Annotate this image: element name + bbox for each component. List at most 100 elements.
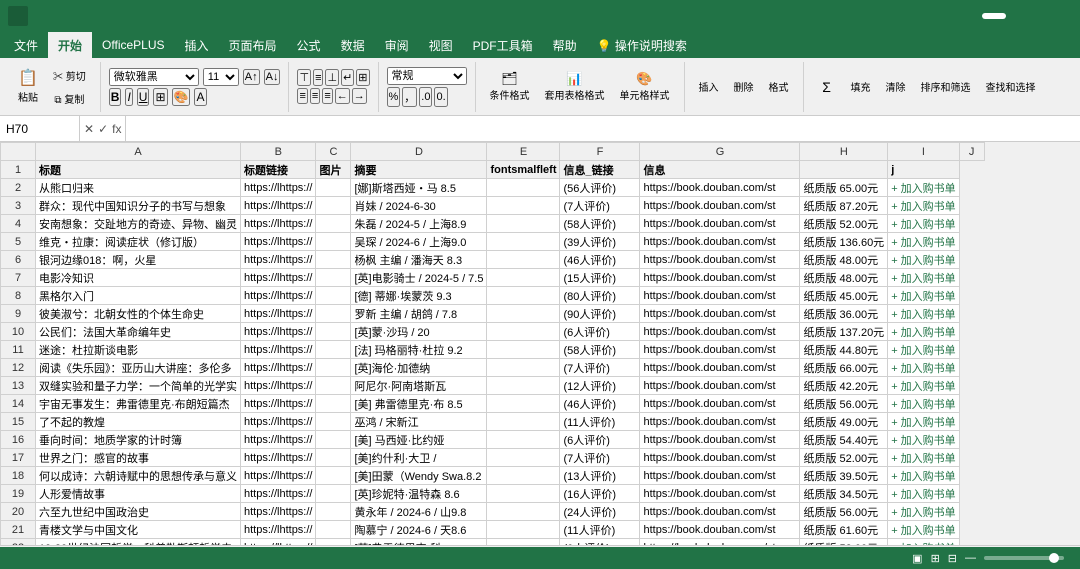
cancel-formula-icon[interactable]: ✕ [84, 122, 94, 136]
cell-7-9[interactable]: + 加入购书单 [888, 269, 959, 287]
decrease-font-button[interactable]: A↓ [264, 69, 281, 85]
cell-12-3[interactable] [316, 359, 351, 377]
table-row[interactable]: 1标题标题链接图片摘要fontsmalfleft信息_链接信息j [1, 161, 985, 179]
table-row[interactable]: 2从熊口归来https://lhttps://[娜]斯塔西娅・马 8.5(56人… [1, 179, 985, 197]
cell-6-1[interactable]: 银河边缘018：啊，火星 [36, 251, 241, 269]
cell-5-7[interactable]: https://book.douban.com/st [640, 233, 800, 251]
cell-18-8[interactable]: 纸质版 39.50元 [800, 467, 888, 485]
table-row[interactable]: 8黑格尔入门https://lhttps://[德] 蒂娜·埃蒙茨 9.3(80… [1, 287, 985, 305]
cell-15-5[interactable] [487, 413, 560, 431]
cell-4-7[interactable]: https://book.douban.com/st [640, 215, 800, 233]
cell-6-6[interactable]: (46人评价) [560, 251, 640, 269]
row-header-5[interactable]: 5 [1, 233, 36, 251]
cell-12-8[interactable]: 纸质版 66.00元 [800, 359, 888, 377]
cell-14-4[interactable]: [美] 弗雷德里克·布 8.5 [351, 395, 487, 413]
cell-18-7[interactable]: https://book.douban.com/st [640, 467, 800, 485]
table-row[interactable]: 17世界之门：感官的故事https://lhttps://[美]约什利·大卫 /… [1, 449, 985, 467]
cell-21-3[interactable] [316, 521, 351, 539]
cell-style-button[interactable]: 🎨 单元格样式 [614, 68, 676, 105]
italic-button[interactable]: I [125, 88, 132, 106]
align-middle-button[interactable]: ≡ [313, 69, 323, 86]
conditional-format-button[interactable]: 🗂 条件格式 [484, 68, 536, 105]
cut-button[interactable]: ✂ 剪切 [47, 65, 92, 86]
cell-5-2[interactable]: https://lhttps:// [241, 233, 316, 251]
cell-7-3[interactable] [316, 269, 351, 287]
cell-9-3[interactable] [316, 305, 351, 323]
delete-cell-button[interactable]: 删除 [728, 76, 760, 97]
cell-20-1[interactable]: 六至九世纪中国政治史 [36, 503, 241, 521]
cell-15-3[interactable] [316, 413, 351, 431]
view-layout-icon[interactable]: ⊞ [931, 552, 940, 565]
cell-7-1[interactable]: 电影冷知识 [36, 269, 241, 287]
cell-18-4[interactable]: [美]田蒙（Wendy Swa.8.2 [351, 467, 487, 485]
cell-17-1[interactable]: 世界之门：感官的故事 [36, 449, 241, 467]
increase-decimal-button[interactable]: .0 [419, 87, 432, 107]
cell-19-4[interactable]: [英]珍妮特·温特森 8.6 [351, 485, 487, 503]
redo-button[interactable] [46, 14, 54, 18]
cell-16-9[interactable]: + 加入购书单 [888, 431, 959, 449]
cell-9-5[interactable] [487, 305, 560, 323]
cell-16-4[interactable]: [美] 马西娅·比约娅 [351, 431, 487, 449]
cell-22-7[interactable]: https://book.douban.com/st [640, 539, 800, 546]
cell-12-4[interactable]: [英]海伦·加德纳 [351, 359, 487, 377]
cell-9-7[interactable]: https://book.douban.com/st [640, 305, 800, 323]
cell-16-1[interactable]: 垂向时间：地质学家的计时簿 [36, 431, 241, 449]
cell-6-4[interactable]: 杨枫 主编 / 潘海天 8.3 [351, 251, 487, 269]
tab-pdf[interactable]: PDF工具箱 [463, 32, 543, 58]
cell-20-8[interactable]: 纸质版 56.00元 [800, 503, 888, 521]
cell-20-7[interactable]: https://book.douban.com/st [640, 503, 800, 521]
table-row[interactable]: 15了不起的教煌https://lhttps://巫鸿 / 宋新江(11人评价)… [1, 413, 985, 431]
table-row[interactable]: 11迷途：杜拉斯谈电影https://lhttps://[法] 玛格丽特·杜拉 … [1, 341, 985, 359]
cell-12-2[interactable]: https://lhttps:// [241, 359, 316, 377]
col-header-d[interactable]: D [351, 143, 487, 161]
row-header-4[interactable]: 4 [1, 215, 36, 233]
cell-8-6[interactable]: (80人评价) [560, 287, 640, 305]
cell-15-7[interactable]: https://book.douban.com/st [640, 413, 800, 431]
cell-21-9[interactable]: + 加入购书单 [888, 521, 959, 539]
cell-11-1[interactable]: 迷途：杜拉斯谈电影 [36, 341, 241, 359]
cell-3-6[interactable]: (7人评价) [560, 197, 640, 215]
close-button[interactable] [1056, 14, 1072, 18]
row-header-2[interactable]: 2 [1, 179, 36, 197]
cell-22-8[interactable]: 纸质版 52.00元 [800, 539, 888, 546]
fill-button[interactable]: 填充 [845, 76, 877, 97]
tab-formula[interactable]: 公式 [287, 32, 331, 58]
cell-3-8[interactable]: 纸质版 87.20元 [800, 197, 888, 215]
cell-10-2[interactable]: https://lhttps:// [241, 323, 316, 341]
cell-16-2[interactable]: https://lhttps:// [241, 431, 316, 449]
table-row[interactable]: 4安南想象：交趾地方的奇迹、异物、幽灵https://lhttps://朱磊 /… [1, 215, 985, 233]
cell-9-9[interactable]: + 加入购书单 [888, 305, 959, 323]
cell-6-9[interactable]: + 加入购书单 [888, 251, 959, 269]
cell-4-1[interactable]: 安南想象：交趾地方的奇迹、异物、幽灵 [36, 215, 241, 233]
cell-19-2[interactable]: https://lhttps:// [241, 485, 316, 503]
cell-13-9[interactable]: + 加入购书单 [888, 377, 959, 395]
cell-4-9[interactable]: + 加入购书单 [888, 215, 959, 233]
tab-view[interactable]: 视图 [419, 32, 463, 58]
cell-14-2[interactable]: https://lhttps:// [241, 395, 316, 413]
tab-insert[interactable]: 插入 [175, 32, 219, 58]
format-as-table-button[interactable]: 📊 套用表格格式 [539, 68, 611, 105]
cell-15-4[interactable]: 巫鸿 / 宋新江 [351, 413, 487, 431]
tab-review[interactable]: 审阅 [375, 32, 419, 58]
cell-3-3[interactable] [316, 197, 351, 215]
cell-17-4[interactable]: [美]约什利·大卫 / [351, 449, 487, 467]
row-header-8[interactable]: 8 [1, 287, 36, 305]
cell-16-8[interactable]: 纸质版 54.40元 [800, 431, 888, 449]
cell-4-5[interactable] [487, 215, 560, 233]
cell-5-9[interactable]: + 加入购书单 [888, 233, 959, 251]
cell-9-8[interactable]: 纸质版 36.00元 [800, 305, 888, 323]
tab-help[interactable]: 帮助 [543, 32, 587, 58]
tab-officeplus[interactable]: OfficePLUS [92, 32, 174, 58]
row-header-15[interactable]: 15 [1, 413, 36, 431]
col-header-f[interactable]: F [560, 143, 640, 161]
insert-cell-button[interactable]: 插入 [693, 76, 725, 97]
increase-font-button[interactable]: A↑ [243, 69, 260, 85]
cell-13-1[interactable]: 双缝实验和量子力学：一个简单的光学实 [36, 377, 241, 395]
cell-11-6[interactable]: (58人评价) [560, 341, 640, 359]
cell-1-6[interactable]: 信息_链接 [560, 161, 640, 179]
cell-10-3[interactable] [316, 323, 351, 341]
cell-19-3[interactable] [316, 485, 351, 503]
cell-12-7[interactable]: https://book.douban.com/st [640, 359, 800, 377]
percent-button[interactable]: % [387, 87, 401, 107]
cell-17-9[interactable]: + 加入购书单 [888, 449, 959, 467]
